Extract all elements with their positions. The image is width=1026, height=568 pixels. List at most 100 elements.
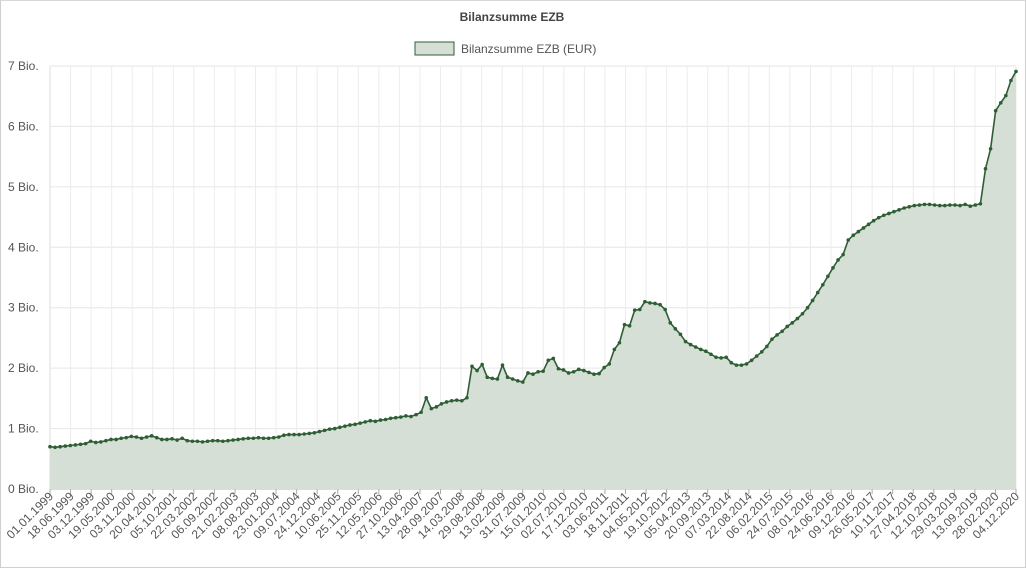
data-point[interactable] bbox=[826, 274, 830, 279]
data-point[interactable] bbox=[485, 375, 490, 380]
data-point[interactable] bbox=[617, 340, 622, 345]
data-point[interactable] bbox=[363, 420, 368, 424]
data-point[interactable] bbox=[795, 316, 800, 321]
data-point[interactable] bbox=[68, 443, 73, 448]
data-point[interactable] bbox=[678, 332, 683, 337]
data-point[interactable] bbox=[917, 203, 922, 207]
legend[interactable]: Bilanzsumme EZB (EUR) bbox=[414, 41, 596, 56]
data-point[interactable] bbox=[226, 438, 230, 443]
data-point[interactable] bbox=[592, 372, 596, 376]
data-point[interactable] bbox=[185, 438, 190, 443]
data-point[interactable] bbox=[246, 436, 251, 441]
data-point[interactable] bbox=[531, 372, 535, 376]
data-point[interactable] bbox=[983, 166, 988, 171]
data-point[interactable] bbox=[709, 352, 713, 357]
data-point[interactable] bbox=[851, 233, 856, 237]
data-point[interactable] bbox=[383, 417, 388, 422]
data-point[interactable] bbox=[221, 439, 225, 444]
data-point[interactable] bbox=[998, 101, 1003, 105]
data-point[interactable] bbox=[368, 418, 373, 423]
data-point[interactable] bbox=[378, 418, 383, 422]
data-point[interactable] bbox=[302, 432, 307, 436]
data-point[interactable] bbox=[439, 402, 444, 406]
data-point[interactable] bbox=[83, 441, 88, 446]
data-point[interactable] bbox=[658, 302, 662, 307]
data-point[interactable] bbox=[149, 434, 154, 438]
data-point[interactable] bbox=[734, 363, 739, 367]
data-point[interactable] bbox=[551, 356, 556, 361]
data-point[interactable] bbox=[470, 364, 474, 369]
data-point[interactable] bbox=[744, 362, 749, 366]
data-point[interactable] bbox=[759, 350, 764, 354]
data-point[interactable] bbox=[724, 355, 728, 360]
data-point[interactable] bbox=[663, 307, 667, 312]
data-point[interactable] bbox=[444, 400, 449, 404]
data-point[interactable] bbox=[688, 342, 693, 347]
data-point[interactable] bbox=[160, 437, 164, 442]
data-point[interactable] bbox=[154, 435, 159, 440]
data-point[interactable] bbox=[648, 301, 652, 305]
data-point[interactable] bbox=[251, 436, 256, 441]
data-point[interactable] bbox=[668, 321, 673, 325]
data-point[interactable] bbox=[419, 410, 423, 415]
data-point[interactable] bbox=[241, 437, 245, 441]
data-point[interactable] bbox=[876, 215, 881, 220]
data-point[interactable] bbox=[698, 347, 703, 352]
data-point[interactable] bbox=[404, 414, 408, 418]
data-point[interactable] bbox=[780, 329, 784, 334]
data-point[interactable] bbox=[887, 211, 891, 216]
data-point[interactable] bbox=[276, 435, 281, 439]
data-point[interactable] bbox=[515, 379, 520, 383]
data-point[interactable] bbox=[556, 366, 561, 371]
data-point[interactable] bbox=[541, 369, 545, 373]
data-point[interactable] bbox=[561, 368, 566, 372]
data-point[interactable] bbox=[993, 108, 998, 113]
data-point[interactable] bbox=[958, 203, 962, 208]
data-point[interactable] bbox=[282, 433, 286, 438]
data-point[interactable] bbox=[210, 438, 215, 443]
data-point[interactable] bbox=[643, 299, 647, 304]
data-point[interactable] bbox=[338, 425, 342, 430]
data-point[interactable] bbox=[637, 307, 642, 312]
data-point[interactable] bbox=[978, 201, 983, 206]
data-point[interactable] bbox=[948, 203, 952, 207]
data-point[interactable] bbox=[93, 440, 98, 445]
data-point[interactable] bbox=[932, 203, 937, 207]
data-point[interactable] bbox=[1009, 78, 1013, 83]
data-point[interactable] bbox=[343, 424, 347, 428]
data-point[interactable] bbox=[536, 369, 540, 374]
data-point[interactable] bbox=[434, 405, 439, 409]
data-point[interactable] bbox=[973, 203, 978, 207]
data-point[interactable] bbox=[927, 202, 932, 207]
data-point[interactable] bbox=[627, 324, 632, 328]
data-point[interactable] bbox=[653, 301, 657, 306]
data-point[interactable] bbox=[1014, 69, 1018, 74]
data-point[interactable] bbox=[266, 436, 271, 441]
data-point[interactable] bbox=[831, 266, 835, 270]
data-point[interactable] bbox=[510, 377, 515, 381]
data-point[interactable] bbox=[409, 414, 413, 419]
data-point[interactable] bbox=[607, 362, 612, 366]
data-point[interactable] bbox=[460, 398, 464, 403]
data-point[interactable] bbox=[373, 419, 378, 424]
data-point[interactable] bbox=[78, 442, 83, 447]
data-point[interactable] bbox=[63, 444, 68, 448]
data-point[interactable] bbox=[683, 339, 688, 344]
data-point[interactable] bbox=[739, 363, 744, 367]
data-point[interactable] bbox=[58, 444, 62, 449]
data-point[interactable] bbox=[714, 355, 718, 360]
data-point[interactable] bbox=[602, 365, 606, 370]
data-point[interactable] bbox=[866, 222, 871, 227]
data-point[interactable] bbox=[861, 226, 866, 230]
data-point[interactable] bbox=[170, 437, 174, 441]
data-point[interactable] bbox=[521, 380, 525, 384]
data-point[interactable] bbox=[907, 205, 912, 209]
data-point[interactable] bbox=[882, 213, 886, 218]
data-point[interactable] bbox=[317, 429, 322, 434]
data-point[interactable] bbox=[480, 362, 484, 367]
data-point[interactable] bbox=[312, 431, 317, 435]
data-point[interactable] bbox=[704, 349, 708, 354]
data-point[interactable] bbox=[856, 229, 861, 234]
data-point[interactable] bbox=[846, 238, 851, 242]
data-point[interactable] bbox=[119, 436, 123, 441]
